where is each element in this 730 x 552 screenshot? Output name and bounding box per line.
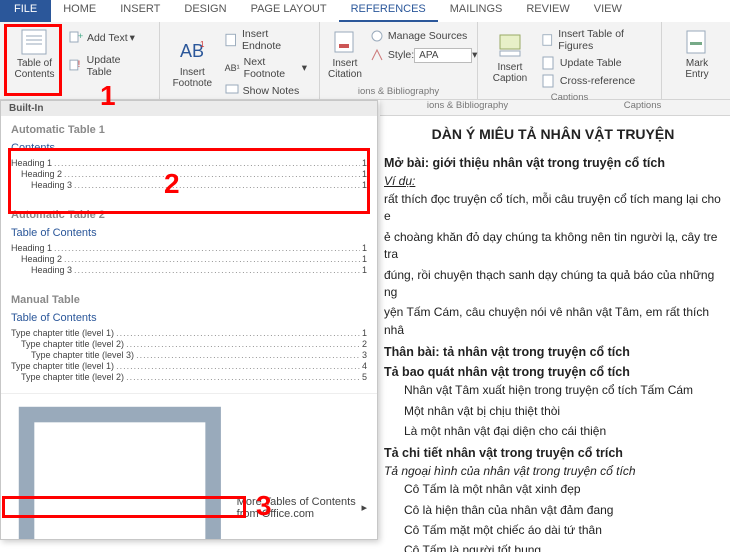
- cross-reference-button[interactable]: Cross-reference: [538, 72, 653, 90]
- doc-vidu: Ví dụ:: [384, 174, 722, 188]
- endnote-icon: [225, 33, 238, 47]
- manage-icon: [370, 29, 384, 43]
- mark-entry-button[interactable]: Mark Entry: [668, 24, 726, 84]
- update-cap-icon: [542, 56, 556, 70]
- add-text-button[interactable]: +Add Text▾: [65, 29, 151, 47]
- annotation-label-1: 1: [100, 80, 116, 112]
- doc-h-mobai: Mở bài: giới thiệu nhân vật trong truyện…: [384, 156, 722, 170]
- table-of-contents-button[interactable]: Table of Contents: [6, 24, 63, 84]
- insert-endnote-button[interactable]: Insert Endnote: [221, 26, 311, 54]
- style-select[interactable]: Style: APA▾: [366, 46, 482, 65]
- annotation-label-3: 3: [256, 490, 272, 522]
- tab-view[interactable]: VIEW: [582, 0, 634, 22]
- manual-table-label: Manual Table: [1, 286, 377, 312]
- ribbon-tabs: FILE HOME INSERT DESIGN PAGE LAYOUT REFE…: [0, 0, 730, 22]
- style-value[interactable]: APA: [414, 48, 472, 63]
- mark-entry-icon: [681, 28, 713, 56]
- doc-p4: yện Tấm Cám, câu chuyện nói vê nhân vật …: [384, 304, 722, 339]
- auto1-title: Contents: [11, 142, 367, 154]
- auto-table-2-label: Automatic Table 2: [1, 201, 377, 227]
- add-text-icon: +: [69, 31, 83, 45]
- insert-footnote-button[interactable]: AB1 Insert Footnote: [166, 24, 219, 102]
- toc-line: Heading 2...............................…: [11, 254, 367, 264]
- toc-line: Heading 3...............................…: [11, 180, 367, 190]
- toc-line: Heading 2...............................…: [11, 169, 367, 179]
- auto-table-1-label: Automatic Table 1: [1, 116, 377, 142]
- update-caption-table-button[interactable]: Update Table: [538, 54, 653, 72]
- insert-caption-button[interactable]: Insert Caption: [484, 24, 536, 92]
- footnote-icon: AB1: [176, 37, 208, 65]
- insert-citation-button[interactable]: Insert Citation: [326, 24, 364, 84]
- toc-line: Type chapter title (level 3)............…: [11, 350, 367, 360]
- doc-ct4: Cô Tấm là người tốt bụng: [384, 542, 722, 552]
- more-from-office-menuitem[interactable]: More Tables of Contents from Office.com▸: [1, 393, 377, 540]
- doc-h-baoquat: Tả bao quát nhân vật trong truyện cổ tíc…: [384, 365, 722, 379]
- doc-p1: rất thích đọc truyện cổ tích, mỗi câu tr…: [384, 191, 722, 226]
- next-footnote-button[interactable]: AB¹Next Footnote▾: [221, 54, 311, 82]
- toc-icon: [18, 28, 50, 56]
- svg-text:+: +: [78, 31, 83, 41]
- toc-line: Type chapter title (level 1)............…: [11, 328, 367, 338]
- annotation-label-2: 2: [164, 168, 180, 200]
- toc-line: Type chapter title (level 2)............…: [11, 372, 367, 382]
- toc-line: Heading 1...............................…: [11, 158, 367, 168]
- update-table-button[interactable]: !Update Table: [65, 52, 151, 80]
- doc-bq1: Nhân vật Tâm xuất hiện trong truyện cổ t…: [384, 382, 722, 399]
- caption-icon: [494, 32, 526, 60]
- tab-review[interactable]: REVIEW: [514, 0, 581, 22]
- insert-tof-button[interactable]: Insert Table of Figures: [538, 26, 653, 54]
- toc-line: Type chapter title (level 2)............…: [11, 339, 367, 349]
- tab-home[interactable]: HOME: [51, 0, 108, 22]
- show-notes-icon: [225, 84, 239, 98]
- doc-h-thanbai: Thân bài: tả nhân vật trong truyện cổ tí…: [384, 345, 722, 359]
- update-icon: !: [69, 59, 83, 73]
- svg-text:1: 1: [200, 40, 205, 49]
- auto-table-2-template[interactable]: Table of Contents Heading 1.............…: [1, 227, 377, 286]
- tab-page-layout[interactable]: PAGE LAYOUT: [239, 0, 339, 22]
- dropdown-builtin-header: Built-In: [1, 101, 377, 116]
- doc-ct2: Cô là hiện thân của nhân vật đảm đang: [384, 502, 722, 519]
- doc-p2: ẻ choàng khăn đỏ dạy chúng ta không nên …: [384, 229, 722, 264]
- doc-h-chitiet: Tả chi tiết nhân vật trong truyện cổ trí…: [384, 446, 722, 460]
- doc-ct3: Cô Tấm mặt một chiếc áo dài tứ thân: [384, 522, 722, 539]
- manual-title: Table of Contents: [11, 312, 367, 324]
- toc-line: Heading 1...............................…: [11, 243, 367, 253]
- tab-mailings[interactable]: MAILINGS: [438, 0, 515, 22]
- doc-ct1: Cô Tấm là một nhân vật xinh đẹp: [384, 481, 722, 498]
- tab-design[interactable]: DESIGN: [172, 0, 238, 22]
- auto-table-1-template[interactable]: Contents Heading 1......................…: [1, 142, 377, 201]
- doc-p3: đúng, rồi chuyện thạch sanh dạy chúng ta…: [384, 267, 722, 302]
- style-icon: [370, 48, 384, 62]
- svg-text:!: !: [78, 59, 80, 69]
- auto2-title: Table of Contents: [11, 227, 367, 239]
- citation-icon: [329, 28, 361, 56]
- tab-file[interactable]: FILE: [0, 0, 51, 22]
- crossref-icon: [542, 74, 556, 88]
- document-area[interactable]: DÀN Ý MIÊU TẢ NHÂN VẬT TRUYỆN Mở bài: gi…: [378, 116, 730, 552]
- toc-line: Type chapter title (level 1)............…: [11, 361, 367, 371]
- tab-insert[interactable]: INSERT: [108, 0, 172, 22]
- toc-dropdown: Built-In Automatic Table 1 Contents Head…: [0, 100, 378, 540]
- doc-h-ngoaihinh: Tả ngoại hình của nhân vật trong truyện …: [384, 464, 722, 478]
- doc-bq3: Là một nhân vật đại diện cho cái thiện: [384, 423, 722, 440]
- office-icon: [11, 399, 229, 540]
- show-notes-button[interactable]: Show Notes: [221, 82, 311, 100]
- doc-title: DÀN Ý MIÊU TẢ NHÂN VẬT TRUYỆN: [384, 126, 722, 142]
- doc-bq2: Một nhân vật bị chịu thiệt thòi: [384, 403, 722, 420]
- group-label-citations: ions & Bibliography: [326, 86, 471, 97]
- toc-line: Heading 3...............................…: [11, 265, 367, 275]
- tof-icon: [542, 33, 554, 47]
- group-label-strip: ions & Bibliography Captions: [380, 100, 730, 116]
- manage-sources-button[interactable]: Manage Sources: [366, 27, 482, 45]
- tab-references[interactable]: REFERENCES: [339, 0, 438, 22]
- manual-table-template[interactable]: Table of Contents Type chapter title (le…: [1, 312, 377, 393]
